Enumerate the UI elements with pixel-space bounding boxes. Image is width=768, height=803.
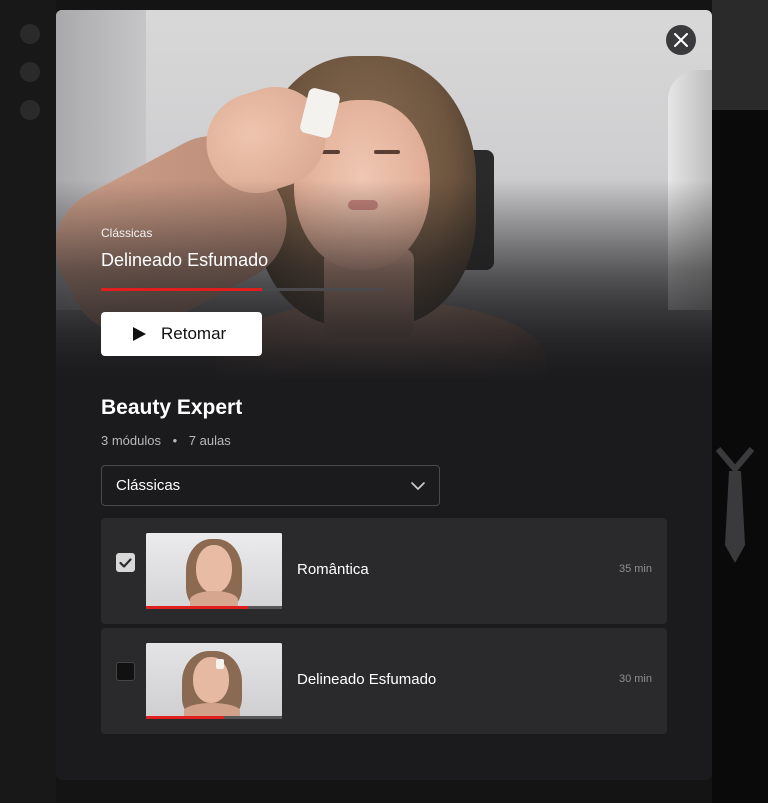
lesson-title: Delineado Esfumado — [297, 671, 437, 688]
lesson-checkbox[interactable] — [116, 662, 135, 681]
background-nav-icon — [20, 100, 40, 120]
hero-progress-fill — [101, 288, 262, 291]
course-modal: Clássicas Delineado Esfumado Retomar Bea… — [56, 10, 712, 780]
close-icon — [674, 33, 688, 47]
lesson-progress-fill — [146, 716, 224, 719]
lesson-thumbnail[interactable] — [146, 533, 282, 609]
lesson-item[interactable]: Delineado Esfumado 30 min — [101, 628, 667, 734]
hero-progress-bar — [101, 288, 383, 291]
lesson-item[interactable]: Romântica 35 min — [101, 518, 667, 624]
lesson-title: Romântica — [297, 561, 369, 578]
hero-title: Delineado Esfumado — [101, 250, 269, 270]
background-sidebar — [0, 0, 56, 803]
resume-button[interactable]: Retomar — [101, 312, 262, 356]
tie-icon — [716, 447, 754, 563]
lesson-progress-bar — [146, 716, 282, 719]
module-select-value: Clássicas — [116, 477, 181, 494]
module-count: 3 módulos — [101, 433, 161, 448]
background-nav-icon — [20, 62, 40, 82]
check-icon — [119, 557, 132, 568]
lesson-thumbnail[interactable] — [146, 643, 282, 719]
chevron-down-icon — [411, 481, 425, 490]
play-icon — [133, 327, 146, 341]
background-right-header — [712, 0, 768, 110]
lesson-progress-bar — [146, 606, 282, 609]
lesson-checkbox[interactable] — [116, 553, 135, 572]
hero-category: Clássicas — [101, 226, 153, 240]
module-select[interactable]: Clássicas — [101, 465, 440, 506]
close-button[interactable] — [666, 25, 696, 55]
background-nav-icon — [20, 24, 40, 44]
course-meta: 3 módulos • 7 aulas — [101, 433, 231, 448]
lesson-duration: 35 min — [618, 563, 652, 575]
resume-button-label: Retomar — [161, 324, 227, 343]
meta-separator: • — [172, 433, 178, 448]
lesson-duration: 30 min — [618, 673, 652, 685]
background-right-panel — [712, 0, 768, 803]
lesson-progress-fill — [146, 606, 248, 609]
course-title: Beauty Expert — [101, 396, 243, 419]
lesson-count: 7 aulas — [188, 433, 231, 448]
